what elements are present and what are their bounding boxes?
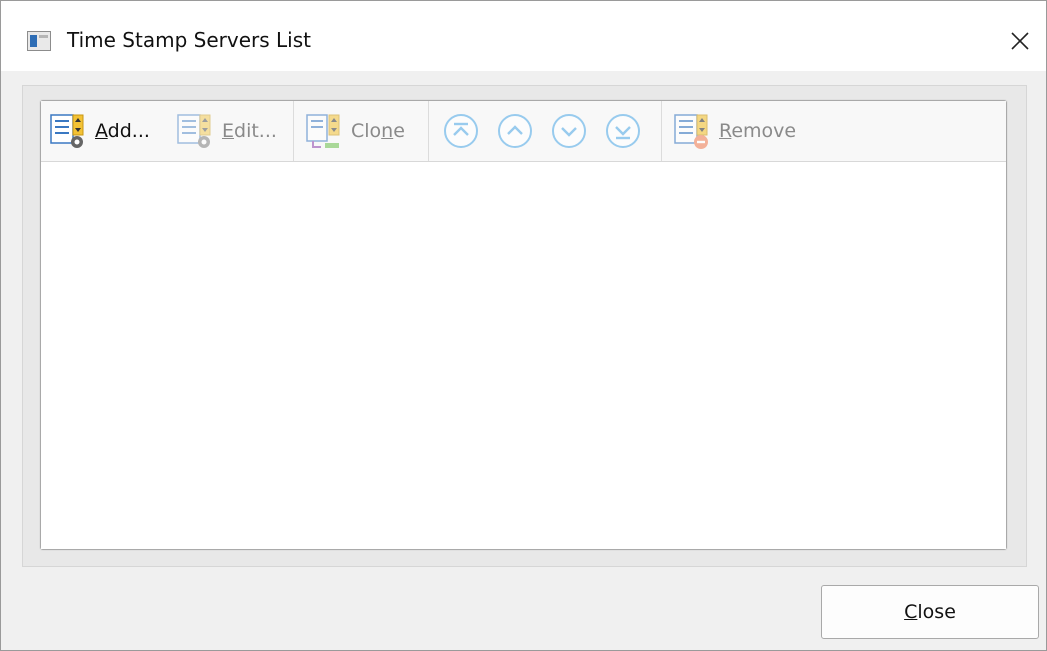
window-title: Time Stamp Servers List: [67, 28, 311, 52]
app-window-icon: [27, 31, 51, 51]
clone-button[interactable]: Clone: [305, 111, 405, 151]
clone-label: Clone: [351, 120, 405, 142]
list-edit-icon: [177, 114, 211, 148]
toolbar-separator: [428, 101, 429, 161]
list-add-icon: [50, 114, 84, 148]
add-button[interactable]: Add...: [49, 111, 150, 151]
add-label: Add...: [95, 120, 150, 142]
dialog-window: Time Stamp Servers List Add... Edit... C…: [0, 0, 1047, 651]
list-toolbar: Add... Edit... Clone Remove: [41, 101, 1006, 162]
servers-list[interactable]: [41, 162, 1006, 549]
close-label: Close: [904, 601, 956, 623]
remove-button[interactable]: Remove: [673, 111, 796, 151]
toolbar-separator: [293, 101, 294, 161]
close-window-icon[interactable]: [1002, 23, 1038, 59]
servers-list-frame: Add... Edit... Clone Remove: [40, 100, 1007, 550]
move-bottom-icon[interactable]: [605, 113, 641, 149]
servers-panel: Add... Edit... Clone Remove: [22, 85, 1027, 567]
toolbar-separator: [661, 101, 662, 161]
close-button[interactable]: Close: [821, 585, 1039, 639]
remove-label: Remove: [719, 120, 797, 142]
move-top-icon[interactable]: [443, 113, 479, 149]
edit-label: Edit...: [222, 120, 277, 142]
title-bar: Time Stamp Servers List: [1, 1, 1046, 71]
list-clone-icon: [306, 114, 340, 148]
list-remove-icon: [674, 114, 708, 149]
move-down-icon[interactable]: [551, 113, 587, 149]
edit-button[interactable]: Edit...: [176, 111, 277, 151]
move-up-icon[interactable]: [497, 113, 533, 149]
